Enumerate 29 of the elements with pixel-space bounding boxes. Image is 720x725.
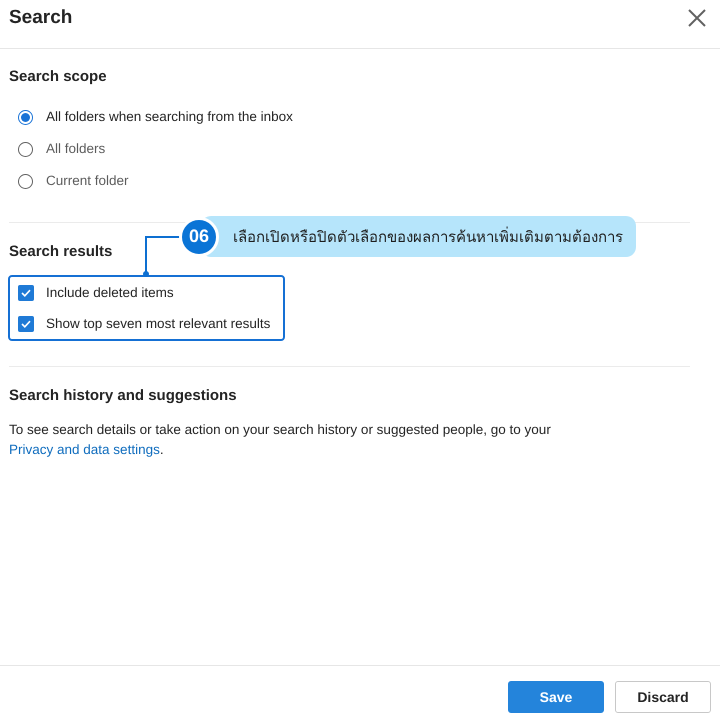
step-number-badge: 06: [179, 216, 219, 256]
section-heading: Search results: [9, 242, 112, 262]
option-label: All folders: [46, 140, 106, 158]
close-button[interactable]: [687, 8, 707, 28]
radio-option[interactable]: All folders when searching from the inbox: [9, 101, 293, 133]
callout-text: เลือกเปิดหรือปิดตัวเลือกของผลการค้นหาเพิ่มเติมตามต้องการ: [233, 226, 623, 246]
checkmark-icon: [21, 288, 31, 296]
checkbox-option[interactable]: Show top seven most relevant results: [10, 308, 270, 339]
section-heading: Search scope: [9, 67, 107, 87]
section-heading: Search history and suggestions: [9, 386, 237, 406]
option-label: Current folder: [46, 172, 129, 190]
checkbox-option[interactable]: Include deleted items: [10, 277, 174, 308]
close-icon: [688, 9, 706, 27]
radio-empty-icon[interactable]: [18, 174, 33, 188]
radio-empty-icon[interactable]: [18, 142, 33, 156]
privacy-settings-link[interactable]: Privacy and data settings: [9, 442, 160, 457]
dialog-title: Search: [9, 6, 72, 30]
checkmark-icon: [21, 320, 31, 328]
checkbox[interactable]: [18, 316, 34, 332]
option-label: All folders when searching from the inbox: [46, 108, 293, 126]
radio-option[interactable]: All folders: [9, 133, 106, 165]
option-label: Show top seven most relevant results: [46, 314, 270, 332]
discard-button[interactable]: Discard: [615, 681, 711, 713]
save-button[interactable]: Save: [508, 681, 604, 713]
description-text: To see search details or take action on your search history or suggested people, go to your Privacy and data settings.: [9, 421, 552, 459]
option-label: Include deleted items: [46, 284, 174, 302]
radio-option[interactable]: Current folder: [9, 165, 129, 197]
radio-selected-icon[interactable]: [18, 110, 33, 124]
checkbox[interactable]: [18, 284, 34, 300]
